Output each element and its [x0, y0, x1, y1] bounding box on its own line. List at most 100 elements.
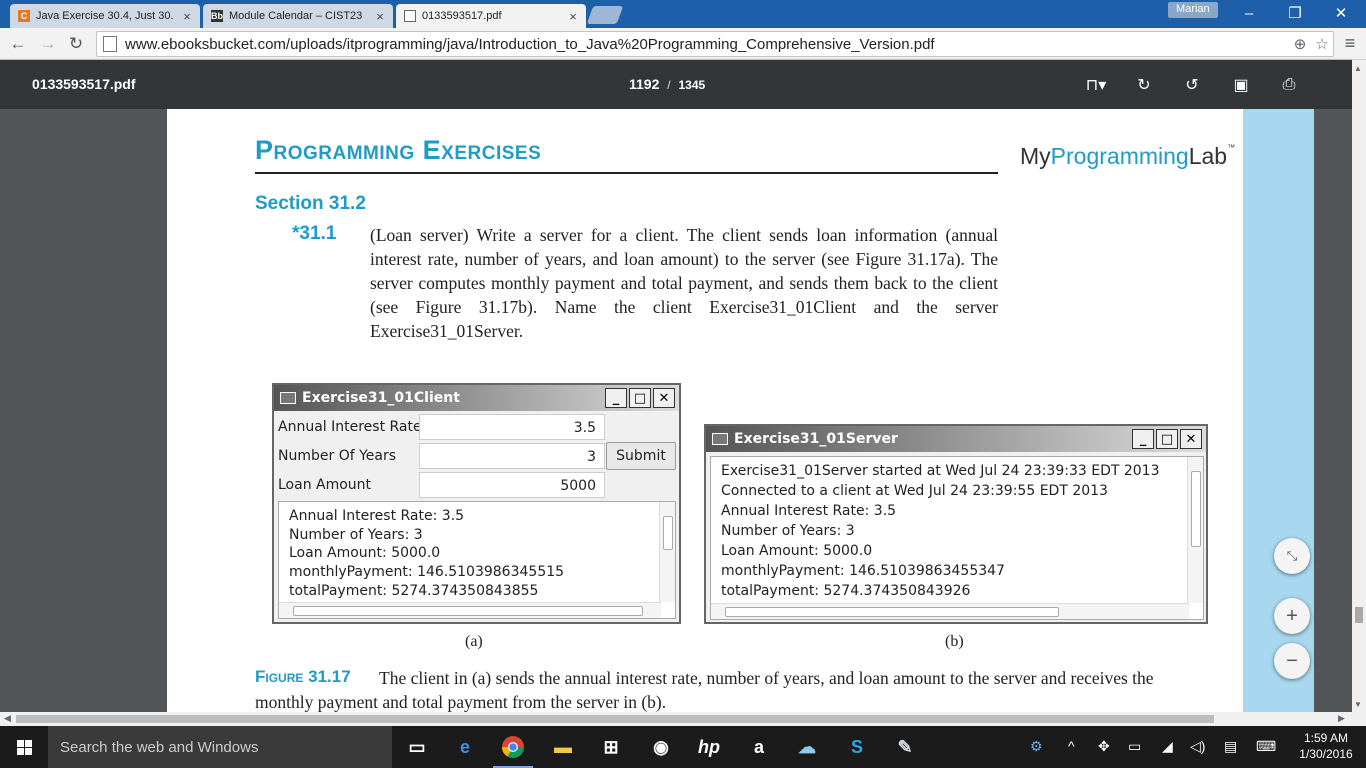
close-icon[interactable]: × [373, 9, 387, 24]
address-bar[interactable]: www.ebooksbucket.com/uploads/itprogrammi… [96, 31, 1334, 57]
close-icon[interactable]: × [566, 9, 580, 24]
action-center-icon[interactable]: ▤ [1224, 738, 1237, 755]
scroll-thumb [293, 606, 643, 616]
output-line: Loan Amount: 5000.0 [289, 545, 440, 561]
brand-my: My [1020, 143, 1051, 169]
task-view-icon[interactable]: ▭ [402, 732, 432, 762]
page-heading: Programming Exercises [255, 135, 541, 166]
client-output-area: Annual Interest Rate: 3.5 Number of Year… [278, 501, 676, 619]
pdf-toolbar: 0133593517.pdf 1192 / 1345 ⊓▾ ↻ ↺ ▣ ⎙ [0, 60, 1352, 109]
scroll-left-icon[interactable]: ◀ [4, 713, 11, 724]
taskbar-search[interactable]: Search the web and Windows [48, 726, 392, 768]
print-icon[interactable]: ⎙ [1277, 73, 1301, 97]
page-icon [103, 36, 117, 52]
vertical-scrollbar [1187, 457, 1203, 603]
forward-icon[interactable]: → [36, 33, 60, 55]
caption-a: (a) [465, 633, 483, 651]
weather-icon[interactable]: ☁ [792, 732, 822, 762]
device-icon[interactable]: ✥ [1098, 738, 1110, 755]
windows-start-icon[interactable] [0, 726, 48, 768]
output-line: Number of Years: 3 [721, 523, 855, 539]
battery-icon[interactable]: ▭ [1128, 738, 1141, 755]
volume-icon[interactable]: ◁) [1190, 738, 1205, 755]
page-separator: / [667, 78, 670, 92]
horizontal-scrollbar [279, 602, 661, 618]
exercise-number: *31.1 [292, 223, 336, 245]
wifi-icon[interactable]: ◢ [1162, 738, 1173, 755]
pdf-page: Programming Exercises MyProgrammingLab™ … [167, 109, 1314, 712]
scroll-thumb [725, 607, 1059, 617]
skype-icon[interactable]: S [842, 732, 872, 762]
zoom-out-icon[interactable]: − [1274, 643, 1310, 679]
system-clock[interactable]: 1:59 AM 1/30/2016 [1294, 730, 1358, 762]
file-explorer-icon[interactable]: ▬ [548, 732, 578, 762]
chevron-up-icon[interactable]: ^ [1068, 738, 1075, 754]
reload-icon[interactable]: ↻ [64, 33, 88, 55]
keyboard-icon[interactable]: ⌨ [1256, 738, 1276, 755]
taskbar: Search the web and Windows ▭ e ▬ ⊞ ◉ hp … [0, 726, 1366, 768]
new-tab-button[interactable] [587, 6, 624, 24]
scroll-down-icon[interactable]: ▼ [1354, 700, 1362, 709]
maximize-icon: □ [1156, 429, 1178, 449]
server-titlebar: Exercise31_01Server _ □ ✕ [706, 426, 1206, 452]
hp-icon[interactable]: hp [694, 732, 724, 762]
window-icon [712, 433, 728, 445]
server-output-area: Exercise31_01Server started at Wed Jul 2… [710, 456, 1204, 620]
close-icon: ✕ [1180, 429, 1202, 449]
edge-icon[interactable]: e [450, 732, 480, 762]
minimize-icon[interactable]: – [1226, 2, 1272, 24]
menu-icon[interactable]: ≡ [1340, 33, 1360, 55]
maximize-icon: □ [629, 388, 651, 408]
output-line: Loan Amount: 5000.0 [721, 543, 872, 559]
pdf-viewport[interactable]: Programming Exercises MyProgrammingLab™ … [0, 109, 1352, 712]
tab-java-exercise[interactable]: C Java Exercise 30.4, Just 30. × [10, 4, 200, 28]
page-horizontal-scrollbar[interactable]: ◀ ▶ [0, 712, 1352, 726]
output-line: Annual Interest Rate: 3.5 [289, 508, 464, 524]
client-titlebar: Exercise31_01Client _ □ ✕ [274, 385, 679, 411]
rate-field: 3.5 [419, 414, 605, 440]
pdf-filename: 0133593517.pdf [32, 76, 136, 92]
page-vertical-scrollbar[interactable]: ▲ ▼ [1352, 60, 1366, 712]
window-icon [280, 392, 296, 404]
tab-favicon: C [18, 10, 30, 22]
back-icon[interactable]: ← [6, 33, 30, 55]
tab-module-calendar[interactable]: Bb Module Calendar – CIST23 × [203, 4, 393, 28]
output-line: monthlyPayment: 146.5103986345515 [289, 564, 564, 580]
fit-page-icon[interactable]: ⤡ [1274, 538, 1310, 574]
close-window-icon[interactable]: ✕ [1318, 2, 1364, 24]
save-icon[interactable]: ▣ [1229, 73, 1253, 97]
figure-caption-text: The client in (a) sends the annual inter… [255, 666, 1175, 712]
scroll-up-icon[interactable]: ▲ [1354, 64, 1362, 73]
minimize-icon: _ [605, 388, 627, 408]
tab-title: Module Calendar – CIST23 [229, 10, 373, 22]
page-icon [404, 10, 416, 22]
bookmark-icon[interactable]: ⊓▾ [1078, 73, 1114, 97]
close-icon: ✕ [653, 388, 675, 408]
close-icon[interactable]: × [180, 9, 194, 24]
camera-app-icon[interactable]: ◉ [646, 732, 676, 762]
scroll-thumb [1191, 471, 1201, 547]
tab-title: 0133593517.pdf [422, 10, 566, 22]
url-text[interactable]: www.ebooksbucket.com/uploads/itprogrammi… [125, 36, 1289, 53]
network-sync-icon[interactable]: ⚙ [1030, 738, 1043, 755]
scroll-thumb[interactable] [16, 715, 1214, 723]
output-line: monthlyPayment: 146.51039863455347 [721, 563, 1005, 579]
current-page-input[interactable]: 1192 [629, 76, 659, 92]
star-icon[interactable]: ☆ [1311, 35, 1333, 53]
zoom-in-icon[interactable]: + [1274, 598, 1310, 634]
rotate-cw-icon[interactable]: ↻ [1132, 73, 1156, 97]
rotate-ccw-icon[interactable]: ↺ [1180, 73, 1204, 97]
amazon-icon[interactable]: a [744, 732, 774, 762]
brand-lab: Lab [1189, 143, 1227, 169]
page-indicator: 1192 / 1345 [629, 76, 705, 92]
output-line: Annual Interest Rate: 3.5 [721, 503, 896, 519]
user-profile-badge[interactable]: Marian [1168, 2, 1218, 18]
store-icon[interactable]: ⊞ [596, 732, 626, 762]
scroll-right-icon[interactable]: ▶ [1338, 713, 1345, 724]
paint-icon[interactable]: ✎ [890, 732, 920, 762]
chrome-icon[interactable] [498, 732, 528, 762]
scroll-thumb[interactable] [1355, 607, 1363, 623]
tab-pdf[interactable]: 0133593517.pdf × [396, 4, 586, 28]
restore-icon[interactable]: ❐ [1272, 2, 1318, 24]
zoom-icon[interactable]: ⊕ [1289, 35, 1311, 53]
